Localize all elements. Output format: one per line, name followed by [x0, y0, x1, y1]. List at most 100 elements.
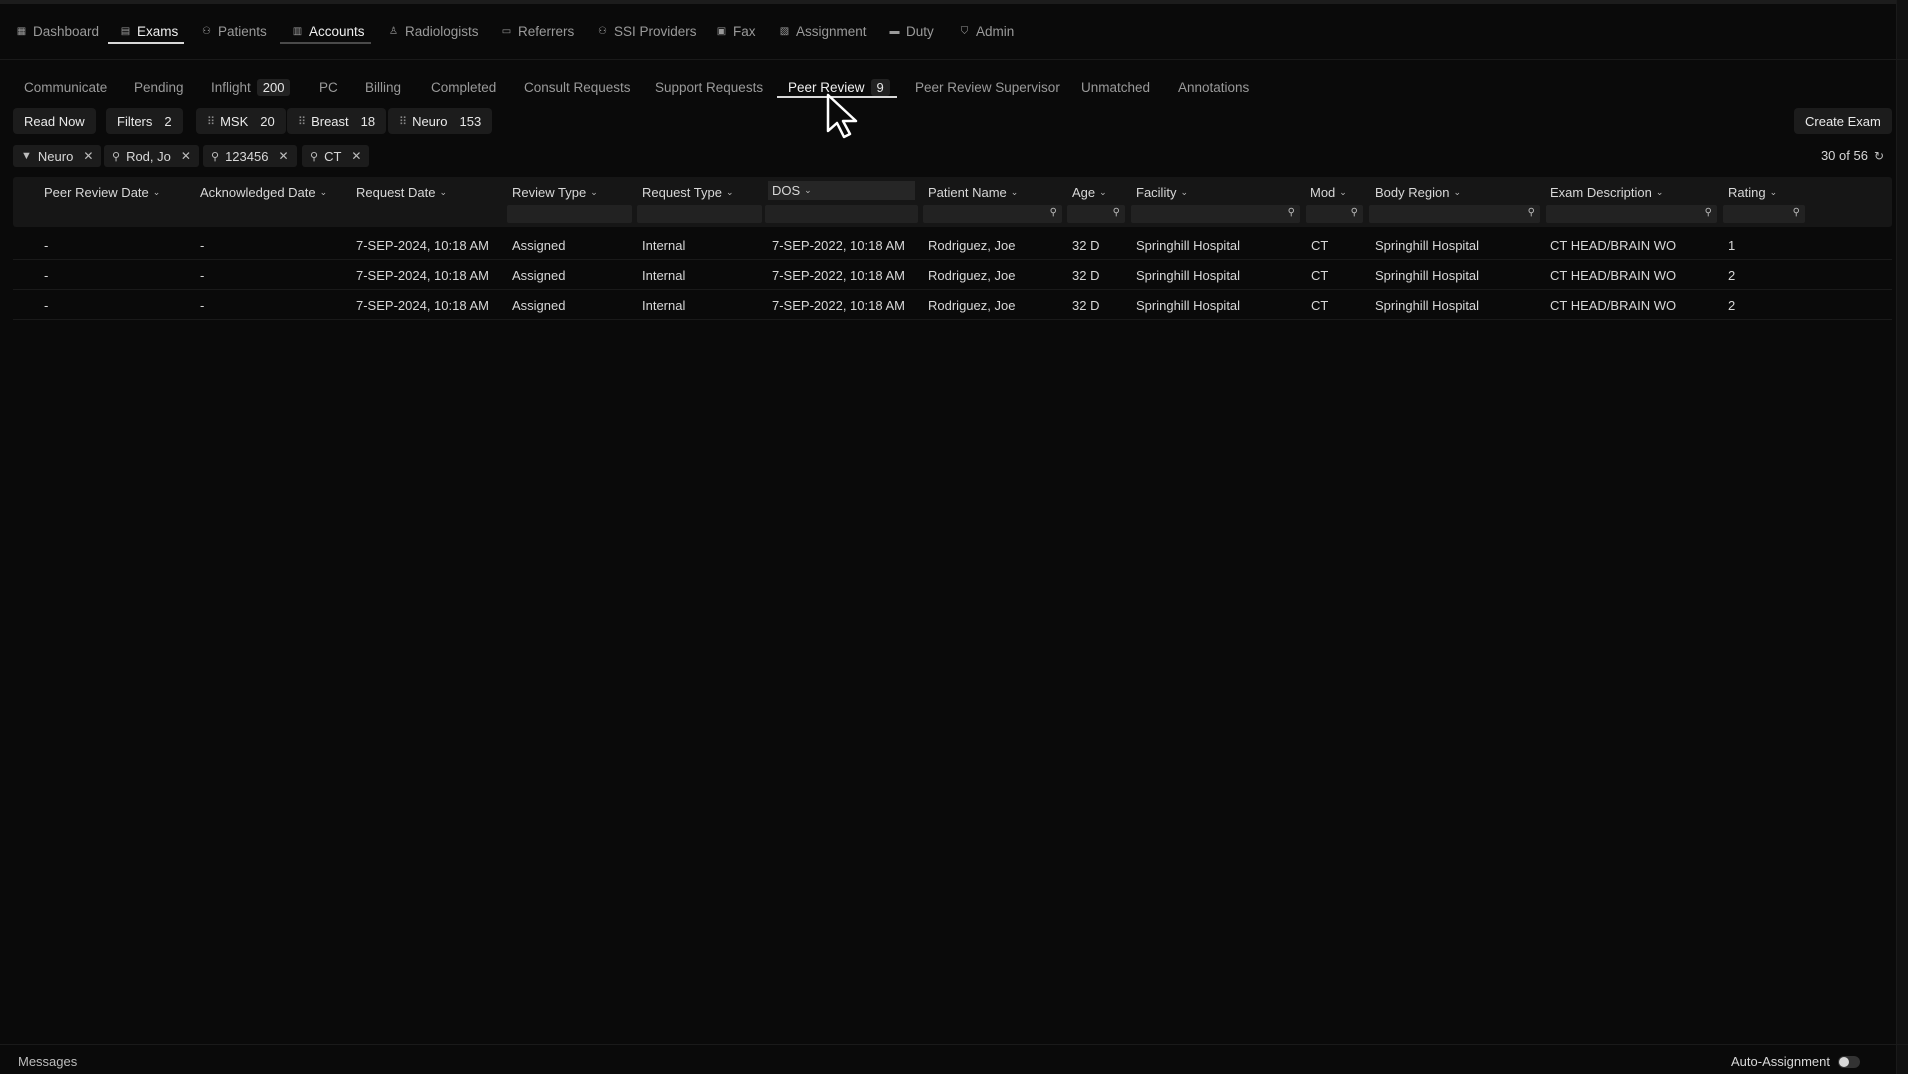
chevron-down-icon: ⌄	[439, 187, 448, 197]
table-row[interactable]: - - 7-SEP-2024, 10:18 AM Assigned Intern…	[13, 290, 1892, 320]
dos-filter-input[interactable]	[765, 205, 918, 223]
building-icon: ▥	[292, 25, 303, 37]
exam-description-filter-input[interactable]: ⚲	[1546, 205, 1717, 223]
close-icon[interactable]: ✕	[351, 149, 361, 163]
close-icon[interactable]: ✕	[181, 149, 191, 163]
cell-peer-review-date: -	[44, 298, 49, 313]
tab-inflight[interactable]: Inflight 200	[211, 76, 291, 98]
nav-assignment[interactable]: ▧ Assignment	[777, 18, 869, 44]
cell-age: 32 D	[1072, 238, 1100, 253]
tab-communicate[interactable]: Communicate	[24, 76, 107, 98]
col-age[interactable]: Age ⌄	[1072, 185, 1107, 200]
vertical-scrollbar[interactable]	[1896, 0, 1908, 1074]
col-exam-description[interactable]: Exam Description ⌄	[1550, 185, 1663, 200]
grid-icon: ▦	[16, 25, 27, 37]
neuro-preset-button[interactable]: ⠿ Neuro 153	[388, 108, 493, 134]
search-icon: ⚲	[211, 150, 220, 163]
cell-acknowledged-date: -	[200, 238, 205, 253]
col-facility[interactable]: Facility ⌄	[1136, 185, 1188, 200]
age-filter-input[interactable]: ⚲	[1067, 205, 1125, 223]
breast-preset-button[interactable]: ⠿ Breast 18	[287, 108, 387, 134]
tab-consult-requests[interactable]: Consult Requests	[524, 76, 631, 98]
refresh-icon[interactable]: ↻	[1874, 149, 1884, 163]
create-exam-button[interactable]: Create Exam	[1794, 108, 1892, 134]
table-row[interactable]: - - 7-SEP-2024, 10:18 AM Assigned Intern…	[13, 230, 1892, 260]
rating-filter-input[interactable]: ⚲	[1723, 205, 1805, 223]
column-header-label: Patient Name	[928, 185, 1007, 200]
search-chip-modality[interactable]: ⚲ CT ✕	[302, 145, 370, 167]
search-chip-name[interactable]: ⚲ Rod, Jo ✕	[104, 145, 199, 167]
search-chip-id[interactable]: ⚲ 123456 ✕	[203, 145, 297, 167]
cell-patient-name: Rodriguez, Joe	[928, 298, 1016, 313]
chevron-down-icon: ⌄	[1453, 187, 1461, 197]
chevron-down-icon: ⌄	[1099, 187, 1107, 197]
filter-chip-neuro[interactable]: ▼ Neuro ✕	[13, 145, 102, 167]
msk-preset-button[interactable]: ⠿ MSK 20	[196, 108, 286, 134]
nav-exams[interactable]: ▤ Exams	[118, 18, 180, 44]
facility-filter-input[interactable]: ⚲	[1131, 205, 1300, 223]
search-icon: ⚲	[1350, 207, 1358, 218]
close-icon[interactable]: ✕	[83, 149, 93, 163]
col-peer-review-date[interactable]: Peer Review Date ⌄	[44, 185, 160, 200]
request-type-filter-input[interactable]	[637, 205, 762, 223]
mod-filter-input[interactable]: ⚲	[1306, 205, 1363, 223]
read-now-button[interactable]: Read Now	[13, 108, 96, 134]
nav-dashboard[interactable]: ▦ Dashboard	[14, 18, 101, 44]
nav-radiologists-label: Radiologists	[405, 23, 479, 39]
tab-peer-review-supervisor[interactable]: Peer Review Supervisor	[915, 76, 1060, 98]
nav-exams-active-indicator	[108, 42, 184, 44]
tab-pc[interactable]: PC	[319, 76, 338, 98]
chevron-down-icon: ⌄	[152, 187, 161, 197]
tab-completed-label: Completed	[431, 79, 497, 95]
tab-support-requests[interactable]: Support Requests	[655, 76, 763, 98]
filters-button[interactable]: Filters 2	[106, 108, 183, 134]
chevron-down-icon: ⌄	[1655, 187, 1664, 197]
chevron-down-icon: ⌄	[1339, 187, 1347, 197]
breast-label: Breast	[311, 113, 349, 129]
mouse-cursor-icon	[826, 93, 858, 139]
col-patient-name[interactable]: Patient Name ⌄	[928, 185, 1018, 200]
tab-completed[interactable]: Completed	[431, 76, 496, 98]
col-request-type[interactable]: Request Type ⌄	[642, 185, 734, 200]
close-icon[interactable]: ✕	[278, 149, 288, 163]
cell-request-date: 7-SEP-2024, 10:18 AM	[356, 268, 489, 283]
nav-accounts[interactable]: ▥ Accounts	[290, 18, 367, 44]
nav-ssi-providers[interactable]: ⚇ SSI Providers	[595, 18, 699, 44]
tab-unmatched[interactable]: Unmatched	[1081, 76, 1150, 98]
auto-assignment-toggle[interactable]	[1838, 1055, 1860, 1068]
tab-consult-requests-label: Consult Requests	[524, 79, 631, 95]
top-navigation: ▦ Dashboard ▤ Exams ⚇ Patients ▥ Account…	[0, 4, 1908, 60]
col-dos[interactable]: DOS ⌄	[768, 181, 915, 200]
nav-patients[interactable]: ⚇ Patients	[199, 18, 269, 44]
nav-duty[interactable]: ▬ Duty	[887, 18, 936, 44]
body-region-filter-input[interactable]: ⚲	[1369, 205, 1540, 223]
nav-exams-label: Exams	[137, 23, 179, 39]
tab-billing-label: Billing	[365, 79, 402, 95]
col-mod[interactable]: Mod ⌄	[1310, 185, 1347, 200]
search-chip-label: Rod, Jo	[126, 148, 171, 164]
cell-body-region: Springhill Hospital	[1375, 268, 1480, 283]
col-review-type[interactable]: Review Type ⌄	[512, 185, 598, 200]
msk-count: 20	[260, 113, 275, 129]
tab-pending[interactable]: Pending	[134, 76, 184, 98]
nav-radiologists[interactable]: ♙ Radiologists	[386, 18, 481, 44]
review-type-filter-input[interactable]	[507, 205, 632, 223]
tab-billing[interactable]: Billing	[365, 76, 401, 98]
messages-link[interactable]: Messages	[18, 1054, 77, 1069]
patient-name-filter-input[interactable]: ⚲	[923, 205, 1062, 223]
nav-referrers[interactable]: ▭ Referrers	[499, 18, 576, 44]
nav-dashboard-label: Dashboard	[33, 23, 100, 39]
nav-admin[interactable]: ⛉ Admin	[957, 18, 1016, 44]
col-rating[interactable]: Rating ⌄	[1728, 185, 1777, 200]
col-body-region[interactable]: Body Region ⌄	[1375, 185, 1461, 200]
tab-communicate-label: Communicate	[24, 79, 108, 95]
tab-annotations[interactable]: Annotations	[1178, 76, 1249, 98]
col-acknowledged-date[interactable]: Acknowledged Date ⌄	[200, 185, 327, 200]
drag-handle-icon: ⠿	[399, 115, 407, 128]
column-header-label: Mod	[1310, 185, 1336, 200]
col-request-date[interactable]: Request Date ⌄	[356, 185, 447, 200]
search-icon: ⚲	[1792, 207, 1800, 218]
table-row[interactable]: - - 7-SEP-2024, 10:18 AM Assigned Intern…	[13, 260, 1892, 290]
read-now-label: Read Now	[24, 113, 85, 129]
nav-fax[interactable]: ▣ Fax	[714, 18, 758, 44]
